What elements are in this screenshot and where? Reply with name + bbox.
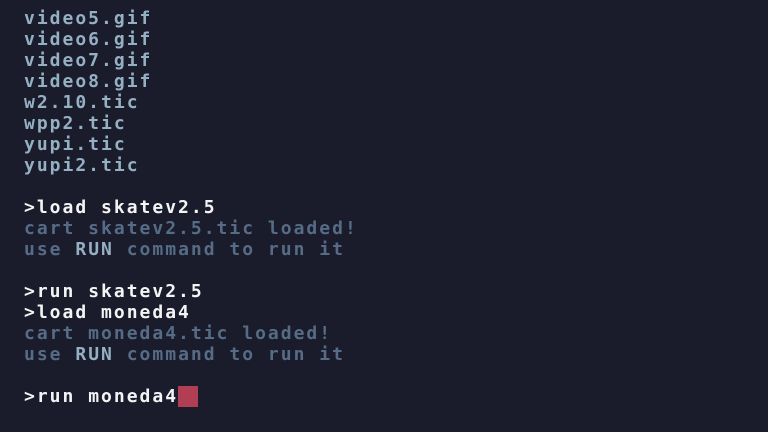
output-line: use RUN command to run it: [24, 239, 764, 260]
command-input-line[interactable]: >run moneda4: [24, 386, 764, 407]
file-list-item: video6.gif: [24, 29, 153, 50]
prompt-symbol: >: [24, 302, 37, 323]
command-text: run skatev2.5: [36, 281, 204, 302]
command-text: load skatev2.5: [36, 197, 217, 218]
prompt-symbol: >: [24, 197, 37, 218]
loaded-message: loaded!: [242, 323, 333, 344]
cart-message: cart skatev2.5.tic: [24, 218, 256, 239]
cart-message: cart moneda4.tic: [24, 323, 230, 344]
run-keyword: RUN: [75, 344, 114, 365]
file-list-item: video8.gif: [24, 71, 153, 92]
loaded-message: loaded!: [267, 218, 358, 239]
command-text: load moneda4: [36, 302, 191, 323]
command-phrase: command to run it: [126, 239, 345, 260]
prompt-symbol: >: [24, 386, 37, 407]
use-word: use: [24, 239, 63, 260]
file-list-item: yupi.tic: [24, 134, 127, 155]
command-line: >load moneda4: [24, 302, 764, 323]
command-line: >run skatev2.5: [24, 281, 764, 302]
output-line: use RUN command to run it: [24, 344, 764, 365]
command-line: >load skatev2.5: [24, 197, 764, 218]
file-list-item: yupi2.tic: [24, 155, 140, 176]
run-keyword: RUN: [75, 239, 114, 260]
file-list-item: wpp2.tic: [24, 113, 127, 134]
use-word: use: [24, 344, 63, 365]
output-line: cart skatev2.5.tic loaded!: [24, 218, 764, 239]
file-list-item: w2.10.tic: [24, 92, 140, 113]
file-list-item: video7.gif: [24, 50, 153, 71]
command-phrase: command to run it: [126, 344, 345, 365]
file-list-item: video5.gif: [24, 8, 153, 29]
command-input[interactable]: run moneda4: [37, 386, 178, 407]
output-line: cart moneda4.tic loaded!: [24, 323, 764, 344]
text-cursor: [178, 386, 199, 407]
terminal-console[interactable]: video5.gif video6.gif video7.gif video8.…: [24, 8, 764, 428]
prompt-symbol: >: [24, 281, 37, 302]
